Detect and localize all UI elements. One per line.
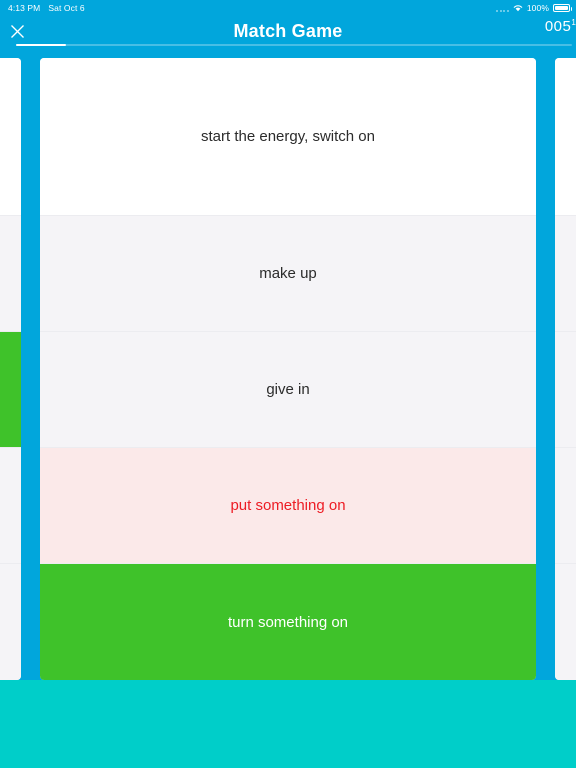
timer-suffix: 1/2 — [571, 18, 576, 27]
match-option-row-label: start the energy, switch on — [201, 128, 375, 145]
match-option-row[interactable]: turn something on — [40, 564, 536, 680]
match-option-row[interactable]: make up — [40, 216, 536, 332]
battery-icon — [553, 4, 572, 12]
match-option-row-label: put something on — [230, 497, 346, 514]
timer-value: 005 — [544, 18, 572, 35]
status-time: 4:13 PM — [8, 3, 41, 13]
next-card-option-row[interactable] — [555, 448, 576, 564]
match-option-row-label: turn something on — [227, 613, 349, 631]
card-next[interactable] — [555, 58, 576, 680]
next-card-option-row[interactable] — [555, 564, 576, 680]
card-current-rows: start the energy, switch on make up give i… — [40, 58, 536, 680]
status-bar-left: 4:13 PM Sat Oct 6 — [8, 3, 85, 13]
prev-card-option-row[interactable] — [0, 332, 21, 448]
signal-dots-icon — [496, 5, 509, 12]
progress-bar — [16, 44, 572, 46]
progress-bar-fill — [16, 44, 67, 46]
match-game-screen: 4:13 PM Sat Oct 6 100% Match Game 0051 s… — [0, 0, 576, 768]
status-date: Sat Oct 6 — [48, 3, 85, 13]
match-option-row[interactable]: put something on — [40, 448, 536, 564]
bottom-band — [0, 680, 576, 768]
next-card-option-row[interactable] — [555, 58, 576, 216]
match-option-row-label: give in — [266, 381, 310, 398]
card-current[interactable]: start the energy, switch on make up give i… — [40, 58, 536, 680]
next-card-option-row[interactable] — [555, 332, 576, 448]
status-bar: 4:13 PM Sat Oct 6 100% — [0, 0, 576, 16]
timer-display: 0051/2 — [545, 18, 576, 35]
status-bar-right: 100% — [496, 3, 572, 13]
card-carousel[interactable]: start the energy, switch on make up give i… — [0, 58, 576, 680]
card-next-rows — [555, 58, 576, 680]
prev-card-option-row[interactable] — [0, 216, 21, 332]
match-option-row[interactable]: start the energy, switch on — [40, 58, 536, 216]
prev-card-option-row[interactable] — [0, 58, 21, 216]
next-card-option-row[interactable] — [555, 216, 576, 332]
prev-card-option-row[interactable] — [0, 448, 21, 564]
prev-card-option-row[interactable] — [0, 564, 21, 680]
card-previous[interactable] — [0, 58, 21, 680]
page-title: Match Game — [233, 20, 343, 41]
battery-percent-label: 100% — [526, 3, 549, 13]
card-previous-rows — [0, 58, 21, 680]
nav-bar: Match Game 0051/2 — [0, 16, 576, 46]
wifi-icon — [513, 4, 523, 12]
match-option-row-label: make up — [259, 265, 317, 282]
match-option-row[interactable]: give in — [40, 332, 536, 448]
